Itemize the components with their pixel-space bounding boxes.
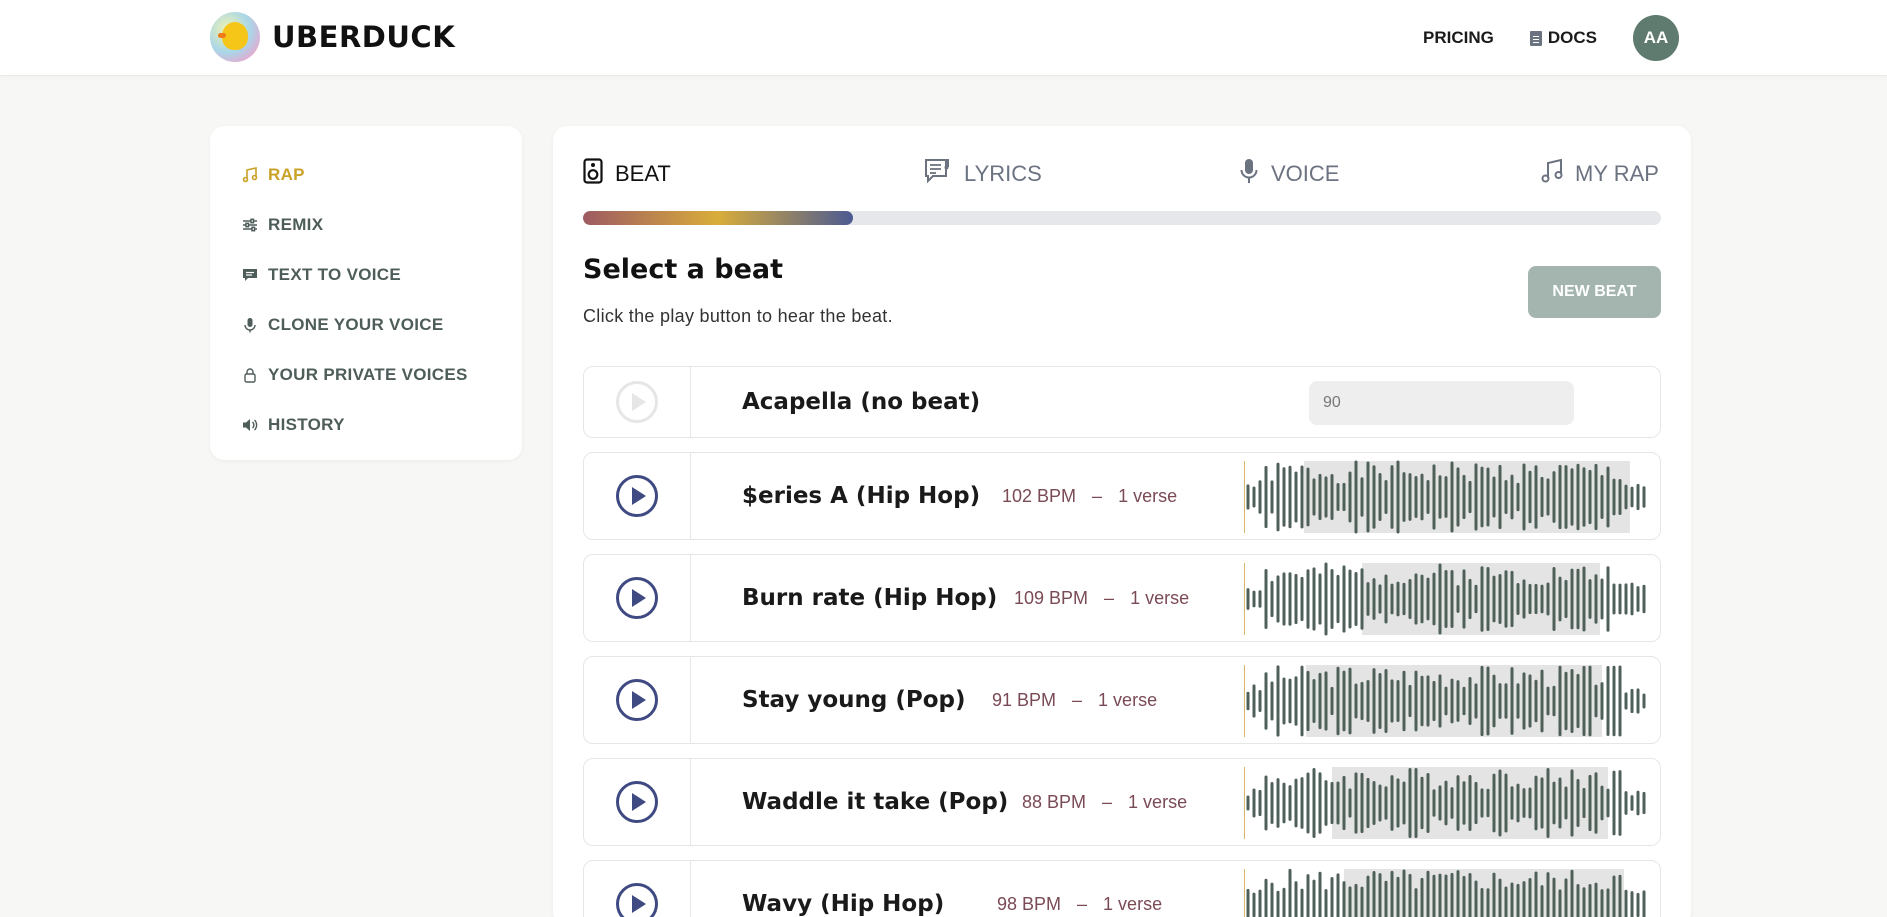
tab-voice[interactable]: VOICE: [1239, 156, 1339, 192]
document-icon: [1529, 30, 1542, 46]
waveform[interactable]: [1244, 763, 1648, 843]
sidebar-item-label: HISTORY: [268, 415, 345, 434]
play-cell: [584, 861, 691, 917]
tab-label: BEAT: [615, 161, 671, 186]
beat-name: Waddle it take (Pop): [742, 789, 1009, 815]
step-progress-bar: [583, 211, 1661, 225]
docs-label: DOCS: [1547, 28, 1597, 47]
lock-icon: [242, 367, 258, 383]
step-tabs: BEAT LYRICS VOICE MY RAP: [583, 156, 1661, 192]
beat-bpm: 109 BPM: [1014, 587, 1089, 608]
tab-lyrics[interactable]: LYRICS: [924, 156, 1042, 192]
beat-meta: 88 BPM – 1 verse: [1022, 759, 1187, 845]
beat-name: $eries A (Hip Hop): [742, 483, 981, 509]
page-subtitle: Click the play button to hear the beat.: [583, 306, 893, 326]
beat-name: Stay young (Pop): [742, 687, 966, 713]
beat-meta: 91 BPM – 1 verse: [992, 657, 1157, 743]
music-note-icon: [1541, 158, 1563, 189]
waveform[interactable]: [1244, 559, 1648, 639]
docs-link[interactable]: DOCS: [1529, 28, 1597, 48]
beat-row[interactable]: $eries A (Hip Hop) 102 BPM – 1 verse: [583, 452, 1661, 540]
beat-verses: 1 verse: [1128, 791, 1188, 812]
microphone-icon: [242, 317, 258, 333]
tab-label: MY RAP: [1575, 161, 1659, 186]
duck-logo-icon: [210, 12, 260, 62]
sidebar-item-label: TEXT TO VOICE: [268, 265, 401, 284]
sidebar-item-remix[interactable]: REMIX: [210, 200, 522, 250]
main-panel: BEAT LYRICS VOICE MY RAP Select a beat C…: [553, 126, 1691, 917]
play-button-icon[interactable]: [616, 679, 658, 721]
play-button-icon[interactable]: [616, 781, 658, 823]
beat-bpm: 98 BPM: [997, 893, 1062, 914]
beat-row[interactable]: Wavy (Hip Hop) 98 BPM – 1 verse: [583, 860, 1661, 917]
beat-row[interactable]: Stay young (Pop) 91 BPM – 1 verse: [583, 656, 1661, 744]
chat-bubble-icon: [242, 267, 258, 283]
waveform[interactable]: [1244, 865, 1648, 917]
top-nav: PRICING DOCS AA: [1423, 0, 1679, 76]
sidebar-item-your-private-voices[interactable]: YOUR PRIVATE VOICES: [210, 350, 522, 400]
meta-separator: –: [1077, 893, 1088, 914]
beat-row[interactable]: Burn rate (Hip Hop) 109 BPM – 1 verse: [583, 554, 1661, 642]
microphone-icon: [1239, 158, 1259, 190]
play-cell: [584, 759, 691, 845]
sidebar-item-label: RAP: [268, 165, 305, 184]
sidebar-item-rap[interactable]: RAP: [210, 150, 522, 200]
play-icon: [616, 381, 658, 423]
beat-meta: 102 BPM – 1 verse: [1002, 453, 1177, 539]
beat-name: Burn rate (Hip Hop): [742, 585, 998, 611]
beat-verses: 1 verse: [1130, 587, 1190, 608]
new-beat-button[interactable]: NEW BEAT: [1528, 266, 1661, 318]
play-cell: [584, 367, 691, 437]
waveform[interactable]: [1244, 457, 1648, 537]
beat-verses: 1 verse: [1103, 893, 1163, 914]
beat-meta: 109 BPM – 1 verse: [1014, 555, 1189, 641]
meta-separator: –: [1104, 587, 1115, 608]
sidebar-item-label: YOUR PRIVATE VOICES: [268, 365, 468, 384]
meta-separator: –: [1102, 791, 1113, 812]
sidebar-item-history[interactable]: HISTORY: [210, 400, 522, 450]
sidebar-item-label: CLONE YOUR VOICE: [268, 315, 444, 334]
waveform[interactable]: [1244, 661, 1648, 741]
tab-label: VOICE: [1271, 161, 1340, 186]
beat-meta: 98 BPM – 1 verse: [997, 861, 1162, 917]
play-button-icon[interactable]: [616, 475, 658, 517]
play-cell: [584, 453, 691, 539]
lyrics-icon: [924, 158, 952, 190]
progress-fill: [583, 211, 853, 225]
play-button-icon[interactable]: [616, 883, 658, 917]
page-title: Select a beat: [583, 254, 784, 285]
sidebar-item-clone-your-voice[interactable]: CLONE YOUR VOICE: [210, 300, 522, 350]
play-cell: [584, 657, 691, 743]
tab-beat[interactable]: BEAT: [583, 156, 671, 192]
sidebar-item-text-to-voice[interactable]: TEXT TO VOICE: [210, 250, 522, 300]
speaker-icon: [242, 417, 258, 433]
meta-separator: –: [1092, 485, 1103, 506]
beat-name: Wavy (Hip Hop): [742, 891, 945, 917]
top-bar: UBERDUCK PRICING DOCS AA: [0, 0, 1887, 76]
beat-row[interactable]: Waddle it take (Pop) 88 BPM – 1 verse: [583, 758, 1661, 846]
tab-label: LYRICS: [964, 161, 1042, 186]
pricing-link[interactable]: PRICING: [1423, 28, 1494, 48]
beat-bpm: 91 BPM: [992, 689, 1057, 710]
play-cell: [584, 555, 691, 641]
beat-row-acapella[interactable]: Acapella (no beat): [583, 366, 1661, 438]
user-avatar[interactable]: AA: [1633, 15, 1679, 61]
bpm-input[interactable]: [1309, 381, 1574, 425]
sidebar-item-label: REMIX: [268, 215, 324, 234]
music-note-icon: [242, 167, 258, 183]
speaker-box-icon: [583, 158, 603, 190]
brand-name: UBERDUCK: [272, 20, 456, 54]
sliders-icon: [242, 217, 258, 233]
logo-link[interactable]: UBERDUCK: [210, 12, 455, 62]
beat-verses: 1 verse: [1118, 485, 1178, 506]
beat-name: Acapella (no beat): [742, 389, 981, 415]
play-button-icon[interactable]: [616, 577, 658, 619]
sidebar: RAP REMIX TEXT TO VOICE CLONE YOUR VOICE…: [210, 126, 522, 460]
meta-separator: –: [1072, 689, 1083, 710]
beat-bpm: 102 BPM: [1002, 485, 1077, 506]
beat-bpm: 88 BPM: [1022, 791, 1087, 812]
tab-my-rap[interactable]: MY RAP: [1541, 156, 1659, 192]
beat-verses: 1 verse: [1098, 689, 1158, 710]
